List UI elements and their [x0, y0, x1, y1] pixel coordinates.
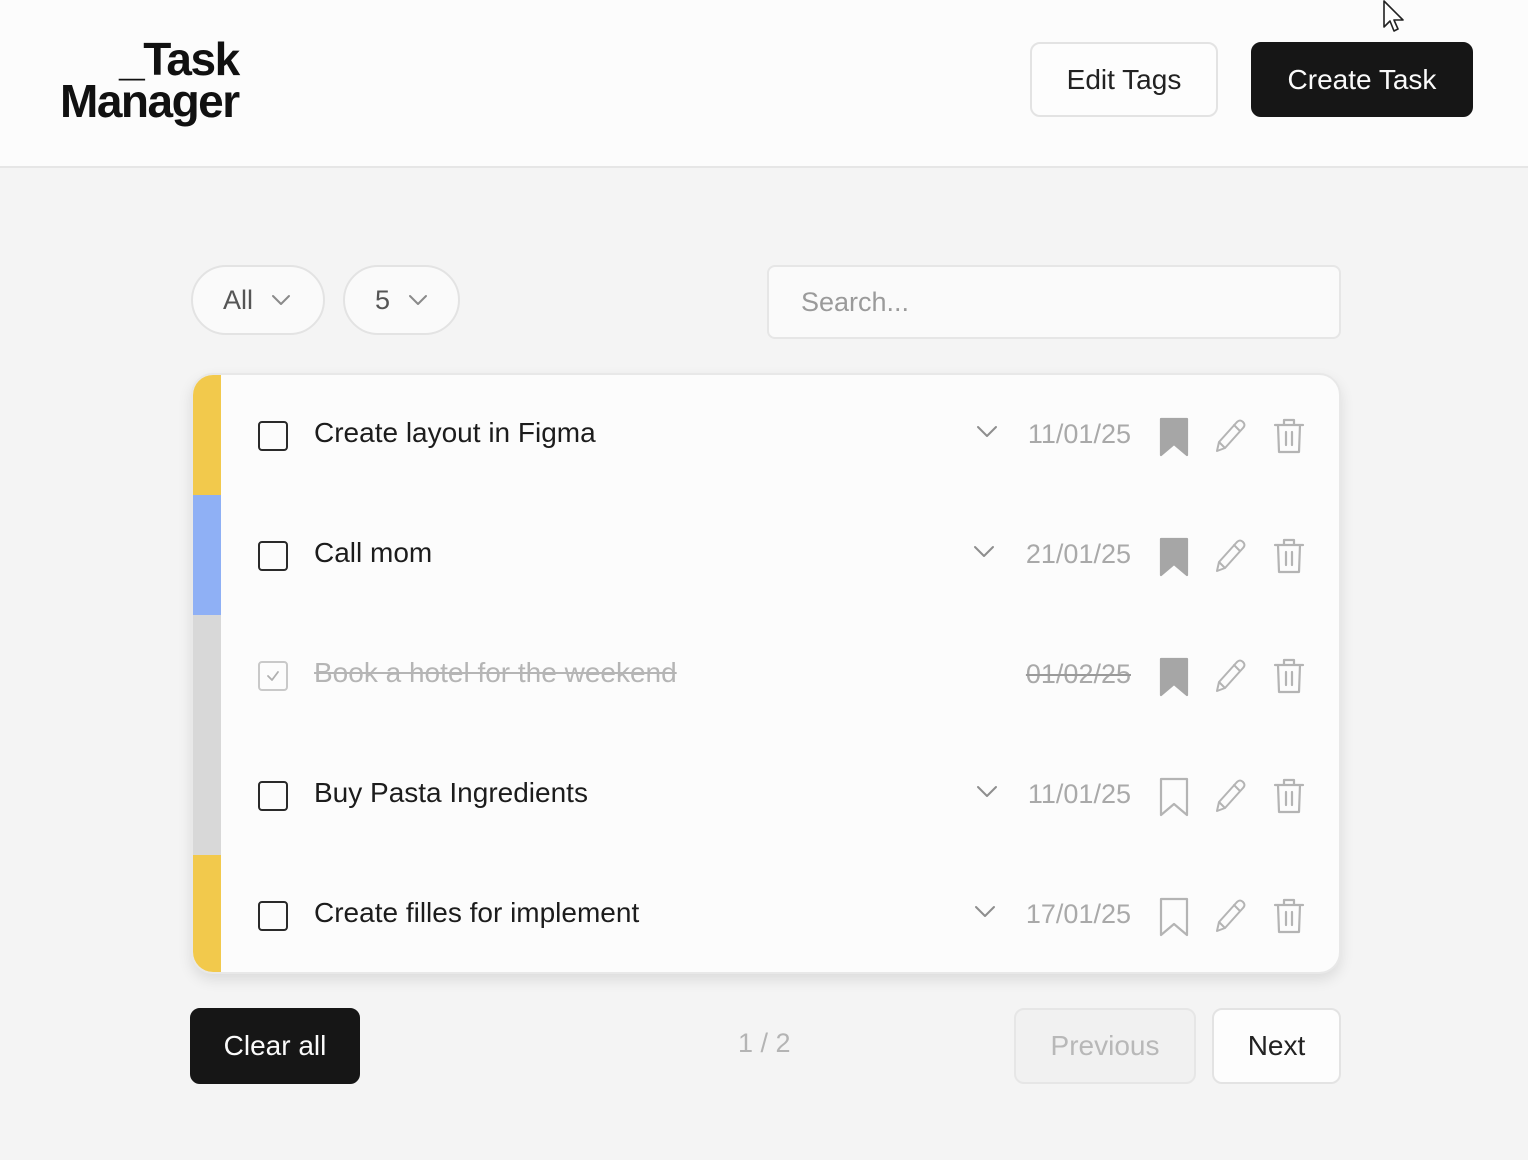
- logo-line-1: _Task: [119, 33, 240, 85]
- task-row: Buy Pasta Ingredients 11/01/25: [193, 735, 1339, 855]
- task-title: Book a hotel for the weekend: [314, 657, 677, 688]
- task-row: Call mom 21/01/25: [193, 495, 1339, 615]
- page-size-dropdown[interactable]: 5: [343, 265, 460, 335]
- chevron-down-icon: [272, 295, 291, 305]
- task-row: Create layout in Figma 11/01/25: [193, 375, 1339, 495]
- task-date: 21/01/25: [1025, 539, 1131, 569]
- status-filter-dropdown[interactable]: All: [191, 265, 325, 335]
- task-date: 17/01/25: [1025, 899, 1131, 929]
- task-checkbox[interactable]: [258, 541, 288, 571]
- bookmark-icon[interactable]: [1159, 537, 1189, 577]
- chevron-down-icon[interactable]: [973, 545, 995, 559]
- task-title: Create layout in Figma: [314, 417, 596, 448]
- tag-color-stripe: [193, 375, 221, 495]
- app-logo: _Task Manager: [60, 33, 240, 127]
- tag-color-stripe: [193, 855, 221, 972]
- trash-icon[interactable]: [1273, 537, 1305, 575]
- task-date: 01/02/25: [1025, 659, 1131, 689]
- bookmark-icon[interactable]: [1159, 417, 1189, 457]
- bookmark-icon[interactable]: [1159, 897, 1189, 937]
- bookmark-icon[interactable]: [1159, 657, 1189, 697]
- chevron-down-icon: [409, 295, 428, 305]
- pencil-icon[interactable]: [1212, 417, 1246, 455]
- checkmark-icon: [267, 671, 279, 681]
- tag-color-stripe: [193, 735, 221, 855]
- task-list: Create layout in Figma 11/01/25 Call mom 21…: [191, 373, 1341, 974]
- status-filter-value: All: [223, 284, 254, 315]
- task-checkbox[interactable]: [258, 781, 288, 811]
- task-title: Call mom: [314, 537, 433, 568]
- app-header: _Task Manager Edit Tags Create Task: [0, 0, 1528, 168]
- tag-color-stripe: [193, 495, 221, 615]
- page-indicator: 1 / 2: [738, 1028, 791, 1058]
- pencil-icon[interactable]: [1212, 537, 1246, 575]
- edit-tags-button[interactable]: Edit Tags: [1030, 42, 1218, 117]
- trash-icon[interactable]: [1273, 777, 1305, 815]
- task-checkbox[interactable]: [258, 421, 288, 451]
- chevron-down-icon[interactable]: [974, 905, 996, 919]
- trash-icon[interactable]: [1273, 657, 1305, 695]
- logo-line-2: Manager: [60, 75, 240, 127]
- tag-color-stripe: [193, 615, 221, 735]
- search-input[interactable]: [767, 265, 1341, 339]
- task-title: Buy Pasta Ingredients: [314, 777, 588, 808]
- page-size-value: 5: [375, 284, 391, 315]
- trash-icon[interactable]: [1273, 897, 1305, 935]
- task-checkbox[interactable]: [258, 661, 288, 691]
- task-checkbox[interactable]: [258, 901, 288, 931]
- task-row: Create filles for implement 17/01/25: [193, 855, 1339, 972]
- pencil-icon[interactable]: [1212, 657, 1246, 695]
- chevron-down-icon[interactable]: [976, 785, 998, 799]
- clear-all-button[interactable]: Clear all: [190, 1008, 360, 1084]
- task-row: Book a hotel for the weekend 01/02/25: [193, 615, 1339, 735]
- pencil-icon[interactable]: [1212, 897, 1246, 935]
- create-task-button[interactable]: Create Task: [1251, 42, 1473, 117]
- previous-page-button[interactable]: Previous: [1014, 1008, 1196, 1084]
- task-date: 11/01/25: [1027, 419, 1131, 449]
- next-page-button[interactable]: Next: [1212, 1008, 1341, 1084]
- task-title: Create filles for implement: [314, 897, 640, 928]
- pencil-icon[interactable]: [1212, 777, 1246, 815]
- chevron-down-icon[interactable]: [976, 425, 998, 439]
- mouse-cursor-icon: [1383, 0, 1404, 32]
- bookmark-icon[interactable]: [1159, 777, 1189, 817]
- trash-icon[interactable]: [1273, 417, 1305, 455]
- task-date: 11/01/25: [1027, 779, 1131, 809]
